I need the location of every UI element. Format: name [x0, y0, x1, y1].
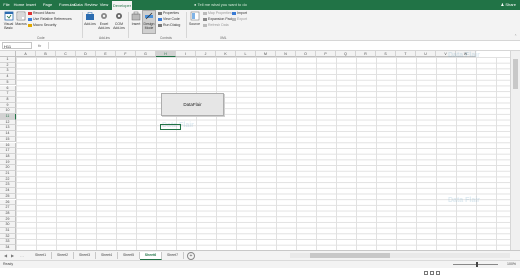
group-label-xml: XML — [220, 36, 227, 40]
group-label-controls: Controls — [160, 36, 172, 40]
tab-file[interactable]: File — [1, 1, 12, 9]
expansion-packs-button[interactable]: Expansion Packs — [203, 17, 235, 21]
refresh-icon — [203, 23, 207, 27]
import-icon — [232, 11, 236, 15]
tab-review[interactable]: Review — [84, 1, 98, 9]
xml-source-button[interactable]: Source — [188, 11, 201, 26]
formula-bar: H11 fx — [0, 41, 520, 51]
tab-insert[interactable]: Insert — [25, 1, 37, 9]
tab-home[interactable]: Home — [13, 1, 25, 9]
ribbon-separator — [82, 12, 83, 38]
group-label-addins: Add-ins — [99, 36, 110, 40]
ruler-pencil-icon — [145, 12, 153, 20]
warning-icon — [28, 23, 32, 27]
name-box[interactable]: H11 — [2, 42, 32, 49]
insert-function-icon[interactable]: fx — [38, 42, 41, 49]
collapse-ribbon-icon[interactable]: ⌃ — [514, 34, 517, 38]
insert-control-button[interactable]: Insert — [130, 11, 142, 26]
vertical-scrollbar[interactable] — [510, 51, 520, 250]
more-sheets-icon[interactable]: … — [20, 252, 24, 259]
macros-icon — [16, 11, 26, 21]
xml-source-icon — [190, 11, 199, 21]
tab-page-layout[interactable]: Page Layout — [37, 1, 58, 15]
view-code-button[interactable]: View Code — [158, 17, 180, 21]
ribbon-separator — [186, 12, 187, 38]
map-properties-button[interactable]: Map Properties — [203, 11, 232, 15]
gear-icon — [101, 13, 107, 19]
zoom-slider-knob[interactable] — [476, 262, 478, 267]
design-mode-button[interactable]: Design Mode — [142, 10, 156, 34]
status-text: Ready — [3, 262, 14, 266]
tab-data[interactable]: Data — [73, 1, 84, 9]
page-break-view-icon[interactable] — [436, 271, 440, 275]
page-layout-view-icon[interactable] — [430, 271, 434, 275]
horizontal-scrollbar[interactable] — [290, 253, 510, 258]
properties-button[interactable]: Properties — [158, 11, 179, 15]
code-icon — [158, 17, 162, 21]
watermark-logo: Data Flair — [448, 52, 480, 59]
relative-references-button[interactable]: Use Relative References — [28, 17, 72, 21]
expansion-packs-icon — [203, 17, 207, 21]
record-macro-button[interactable]: Record Macro — [28, 11, 55, 15]
sheet-tab-bar: ◀ ▶ … Sheet1 Sheet2 Sheet3 Sheet4 Sheet5 Shee… — [0, 250, 520, 260]
sheet-tab-sheet1[interactable]: Sheet1 — [30, 252, 52, 259]
excel-addins-button[interactable]: Excel Add-ins — [97, 11, 111, 30]
worksheet-grid[interactable]: ABCDEFGHIJKLMNOPQRSTUVW 1 2 3 4 5 6 7 8 9 10 11 12 1… — [0, 51, 510, 250]
view-mode-icons[interactable] — [424, 262, 446, 275]
map-properties-icon — [203, 11, 207, 15]
tab-formulas[interactable]: Formulas — [59, 1, 76, 9]
zoom-level[interactable]: 100% — [507, 261, 516, 268]
normal-view-icon[interactable] — [424, 271, 428, 275]
com-addins-button[interactable]: COM Add-ins — [112, 11, 126, 30]
import-button[interactable]: Import — [232, 11, 247, 15]
tab-developer[interactable]: Developer — [112, 1, 132, 10]
relative-references-icon — [28, 17, 32, 21]
group-label-code: Code — [37, 36, 45, 40]
export-button[interactable]: Export — [232, 17, 247, 21]
status-bar: Ready 100% — [0, 260, 520, 275]
watermark-logo: Data Flair — [448, 197, 480, 204]
properties-icon — [158, 11, 162, 15]
visual-basic-button[interactable]: Visual Basic — [2, 11, 15, 30]
add-sheet-icon[interactable]: + — [187, 252, 195, 260]
next-sheet-icon[interactable]: ▶ — [11, 252, 14, 259]
gear-icon — [116, 13, 122, 19]
sheet-tab-sheet4[interactable]: Sheet4 — [96, 252, 118, 259]
visual-basic-icon — [4, 11, 13, 21]
sheet-tab-sheet2[interactable]: Sheet2 — [52, 252, 74, 259]
macro-security-button[interactable]: Macro Security — [28, 23, 56, 27]
refresh-data-button[interactable]: Refresh Data — [203, 23, 229, 27]
person-icon: ♟ — [500, 2, 505, 7]
prev-sheet-icon[interactable]: ◀ — [4, 252, 7, 259]
sheet-tab-sheet6[interactable]: Sheet6 — [140, 252, 162, 260]
toolbox-icon — [131, 11, 141, 21]
vertical-scroll-thumb[interactable] — [513, 59, 518, 89]
horizontal-scroll-thumb[interactable] — [310, 253, 390, 258]
macros-button[interactable]: Macros — [15, 11, 27, 26]
ribbon-separator — [128, 12, 129, 38]
ribbon-tab-bar: FileHomeInsertPage LayoutFormulasDataRev… — [0, 0, 520, 15]
tell-me-search[interactable]: ● Tell me what you want to do — [194, 1, 247, 9]
dataflair-form-button[interactable]: DataFlair — [161, 93, 224, 116]
record-icon — [28, 11, 32, 15]
developer-ribbon: Visual Basic Macros Record Macro Use Rel… — [0, 10, 520, 41]
sheet-tab-sheet3[interactable]: Sheet3 — [74, 252, 96, 259]
sheet-tab-sheet7[interactable]: Sheet7 — [162, 252, 184, 259]
store-icon — [86, 12, 94, 20]
sheet-tab-sheet5[interactable]: Sheet5 — [118, 252, 140, 259]
addins-button[interactable]: Add-ins — [84, 11, 96, 26]
dialog-icon — [158, 23, 162, 27]
run-dialog-button[interactable]: Run Dialog — [158, 23, 180, 27]
cell-area[interactable] — [16, 57, 510, 250]
share-button[interactable]: ♟ Share — [501, 1, 516, 9]
tab-view[interactable]: View — [98, 1, 110, 9]
formula-input[interactable] — [48, 42, 519, 49]
export-icon — [232, 17, 236, 21]
active-cell-selection[interactable] — [160, 124, 181, 130]
